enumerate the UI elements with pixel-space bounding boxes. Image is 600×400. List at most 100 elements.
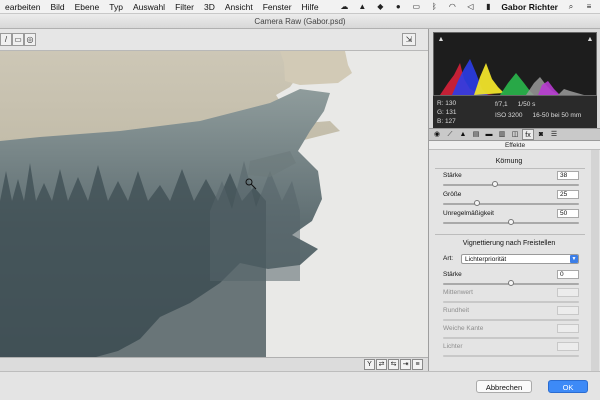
- basic-tab-icon[interactable]: ◉: [431, 129, 443, 140]
- menu-select[interactable]: Auswahl: [128, 2, 170, 12]
- grain-roughness-label: Unregelmäßigkeit: [443, 210, 494, 217]
- status-area: ☁ ▲ ◆ ● ▭ ᛒ ◠ ◁ ▮ Gabor Richter ⌕ ≡: [339, 0, 594, 14]
- record-icon[interactable]: ●: [393, 3, 403, 11]
- shadow-clipping-icon[interactable]: ▲: [437, 36, 445, 44]
- menu-bar: earbeiten Bild Ebene Typ Auswahl Filter …: [0, 0, 600, 14]
- vignette-midpoint-label: Mittenwert: [443, 289, 473, 296]
- vignette-roundness-label: Rundheit: [443, 307, 470, 314]
- grain-size-slider[interactable]: [443, 200, 579, 206]
- menu-help[interactable]: Hilfe: [297, 2, 324, 12]
- search-icon[interactable]: ⌕: [566, 3, 576, 11]
- vignette-roundness-field: [557, 306, 579, 315]
- battery-icon[interactable]: ▮: [483, 3, 493, 11]
- export-icon[interactable]: ⇲: [402, 33, 416, 46]
- camera-info: f/7,1 1/50 s ISO 3200 16-50 bei 50 mm: [495, 99, 591, 121]
- filter-tool-icon[interactable]: ▭: [12, 33, 24, 46]
- vignette-feather-label: Weiche Kante: [443, 325, 484, 332]
- dropbox-icon[interactable]: ◆: [375, 3, 385, 11]
- cloud-icon[interactable]: ☁: [339, 3, 349, 11]
- divider: [435, 234, 585, 235]
- grain-roughness-slider[interactable]: [443, 219, 579, 225]
- menu-image[interactable]: Bild: [45, 2, 69, 12]
- vignette-section-title: Vignettierung nach Freistellen: [462, 240, 556, 247]
- vignette-amount-slider[interactable]: [443, 280, 579, 286]
- vignette-highlights-label: Lichter: [443, 343, 463, 350]
- grain-section-title: Körnung: [495, 158, 523, 165]
- panel-tabs: ◉ ⟋ ▲ ▤ ▬ ▥ ◫ fx ◙ ☰: [429, 128, 600, 141]
- display-icon[interactable]: ▭: [411, 3, 421, 11]
- vignette-highlights-field: [557, 342, 579, 351]
- grain-roughness-field[interactable]: 50: [557, 209, 579, 218]
- lens: 16-50 bei 50 mm: [532, 112, 582, 119]
- menu-filter[interactable]: Filter: [170, 2, 199, 12]
- panel-title: Effekte: [429, 141, 600, 150]
- effects-tab-icon[interactable]: fx: [522, 129, 534, 140]
- swap-settings-icon[interactable]: ⇆: [388, 359, 399, 370]
- menu-window[interactable]: Fenster: [258, 2, 297, 12]
- vignette-style-value: Lichterpriorität: [465, 256, 507, 263]
- menu-type[interactable]: Typ: [104, 2, 128, 12]
- transform-tab-icon[interactable]: ◫: [509, 129, 521, 140]
- tone-curve-tab-icon[interactable]: ⟋: [444, 129, 456, 140]
- vignette-amount-field[interactable]: 0: [557, 270, 579, 279]
- list-icon[interactable]: ≡: [584, 3, 594, 11]
- effects-panel: Körnung Stärke 38 Größe 25 Unregelmäßigk…: [429, 150, 600, 371]
- vignette-feather-field: [557, 324, 579, 333]
- adjustment-sidebar: ▲ ▲ R: 130 G: 131 B: 127 f/7,1 1/50 s ISO…: [428, 29, 600, 371]
- ok-button[interactable]: OK: [548, 380, 588, 393]
- menu-layer[interactable]: Ebene: [70, 2, 105, 12]
- vignette-amount-label: Stärke: [443, 271, 462, 278]
- pixel-info: R: 130 G: 131 B: 127 f/7,1 1/50 s ISO 320…: [433, 96, 597, 128]
- slider-thumb[interactable]: [491, 181, 498, 187]
- hsl-tab-icon[interactable]: ▤: [470, 129, 482, 140]
- aperture: f/7,1: [495, 101, 508, 108]
- grain-size-label: Größe: [443, 191, 462, 198]
- user-name[interactable]: Gabor Richter: [501, 2, 558, 12]
- slider-thumb[interactable]: [508, 219, 514, 225]
- view-toggle-icon[interactable]: Y: [364, 359, 375, 370]
- shutter-speed: 1/50 s: [517, 101, 536, 108]
- vignette-roundness-slider: [443, 319, 579, 321]
- iso: ISO 3200: [495, 112, 523, 119]
- rgb-readout: R: 130 G: 131 B: 127: [437, 99, 457, 126]
- lens-tab-icon[interactable]: ▥: [496, 129, 508, 140]
- grain-size-field[interactable]: 25: [557, 190, 579, 199]
- detail-tab-icon[interactable]: ▲: [457, 129, 469, 140]
- slider-thumb[interactable]: [508, 280, 514, 286]
- vignette-highlights-slider: [443, 355, 579, 357]
- vignette-midpoint-field: [557, 288, 579, 297]
- presets-tab-icon[interactable]: ☰: [548, 129, 560, 140]
- split-toning-tab-icon[interactable]: ▬: [483, 129, 495, 140]
- menu-edit[interactable]: earbeiten: [0, 2, 45, 12]
- volume-icon[interactable]: ◁: [465, 3, 475, 11]
- slider-thumb[interactable]: [474, 200, 480, 206]
- panel-scrollbar[interactable]: [591, 150, 599, 371]
- camera-calibration-tab-icon[interactable]: ◙: [535, 129, 547, 140]
- green-value: G: 131: [437, 109, 457, 116]
- hat-icon[interactable]: ▲: [357, 3, 367, 11]
- blue-value: B: 127: [437, 118, 456, 125]
- dropdown-arrow-icon: ▼: [570, 255, 578, 263]
- bluetooth-icon[interactable]: ᛒ: [429, 3, 439, 11]
- vignette-midpoint-slider: [443, 301, 579, 303]
- histogram: ▲ ▲: [433, 32, 597, 96]
- image-preview[interactable]: [0, 51, 428, 357]
- highlight-clipping-icon[interactable]: ▲: [586, 36, 594, 44]
- radial-tool-icon[interactable]: ◎: [24, 33, 36, 46]
- menu-view[interactable]: Ansicht: [220, 2, 258, 12]
- before-after-icon[interactable]: ⇄: [376, 359, 387, 370]
- grain-amount-slider[interactable]: [443, 181, 579, 187]
- grain-amount-field[interactable]: 38: [557, 171, 579, 180]
- wifi-icon[interactable]: ◠: [447, 3, 457, 11]
- vignette-style-label: Art:: [443, 255, 454, 262]
- menu-3d[interactable]: 3D: [199, 2, 220, 12]
- preview-image: [0, 51, 352, 357]
- brush-tool-icon[interactable]: /: [0, 33, 12, 46]
- grain-amount-label: Stärke: [443, 172, 462, 179]
- divider: [435, 168, 585, 169]
- copy-settings-icon[interactable]: ⇥: [400, 359, 411, 370]
- preferences-icon[interactable]: ≡: [412, 359, 423, 370]
- cancel-button[interactable]: Abbrechen: [476, 380, 532, 393]
- tool-bar: / ▭ ◎ ⇲: [0, 29, 428, 51]
- vignette-style-select[interactable]: Lichterpriorität ▼: [461, 254, 579, 264]
